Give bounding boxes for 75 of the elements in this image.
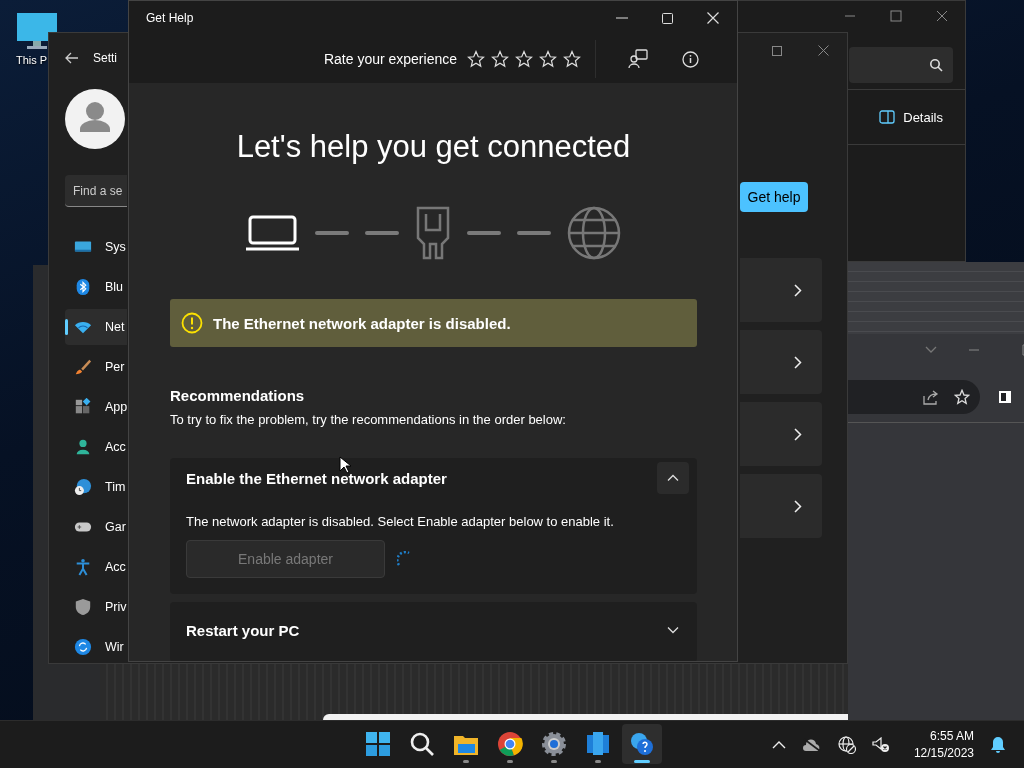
connection-dash bbox=[517, 231, 551, 235]
expand-toggle[interactable] bbox=[657, 462, 689, 494]
warning-message: The Ethernet network adapter is disabled. bbox=[213, 314, 511, 332]
nav-item[interactable]: Blu bbox=[65, 269, 127, 305]
speaker-muted-icon[interactable] bbox=[871, 736, 890, 753]
connection-dash bbox=[315, 231, 349, 235]
personalize-icon bbox=[74, 358, 92, 376]
nav-item[interactable]: Wir bbox=[65, 629, 127, 665]
window-title: Setti bbox=[93, 51, 117, 65]
warning-icon bbox=[181, 312, 203, 334]
recommendation-description: The network adapter is disabled. Select Enable adapter below to enable it. bbox=[186, 514, 615, 529]
clock-time: 6:55 AM bbox=[929, 727, 974, 745]
bluetooth-icon bbox=[74, 278, 92, 296]
share-icon[interactable] bbox=[922, 389, 940, 405]
nav-item[interactable]: Acc bbox=[65, 429, 127, 465]
nav-item[interactable]: Acc bbox=[65, 549, 127, 585]
chevron-right-icon bbox=[794, 283, 802, 297]
desktop-icon-label[interactable]: This P bbox=[16, 54, 48, 66]
chevron-down-icon bbox=[667, 626, 679, 634]
tablet-icon bbox=[585, 731, 611, 757]
taskbar-app[interactable] bbox=[622, 724, 662, 764]
nav-item[interactable]: Priv bbox=[65, 589, 127, 625]
details-pane-icon bbox=[879, 110, 896, 124]
chevron-right-icon bbox=[794, 499, 802, 513]
update-icon bbox=[74, 638, 92, 656]
nav-item[interactable]: Net bbox=[65, 309, 127, 345]
recommendation-title: Restart your PC bbox=[186, 621, 300, 639]
chevron-down-icon[interactable] bbox=[924, 345, 938, 355]
privacy-icon bbox=[74, 598, 92, 616]
monitor-icon[interactable] bbox=[16, 12, 58, 50]
rating-label: Rate your experience bbox=[323, 51, 457, 67]
help-chat-icon bbox=[629, 731, 655, 757]
star-rating[interactable] bbox=[467, 50, 581, 68]
chevron-right-icon bbox=[794, 355, 802, 369]
connection-dash bbox=[365, 231, 399, 235]
feedback-icon[interactable] bbox=[628, 49, 648, 69]
get-help-button[interactable]: Get help bbox=[740, 182, 808, 212]
bell-icon[interactable] bbox=[990, 735, 1006, 754]
cloud-off-icon[interactable] bbox=[801, 737, 822, 752]
side-panel-icon[interactable] bbox=[998, 390, 1012, 404]
accessibility-icon bbox=[74, 558, 92, 576]
details-button[interactable]: Details bbox=[879, 109, 943, 125]
clock[interactable]: 6:55 AM 12/15/2023 bbox=[913, 727, 974, 762]
address-bar[interactable] bbox=[848, 380, 980, 414]
connection-dash bbox=[467, 231, 501, 235]
star-icon[interactable] bbox=[954, 389, 970, 405]
time-icon bbox=[74, 478, 92, 496]
search-field[interactable]: Find a se bbox=[65, 175, 127, 207]
chevron-up-icon[interactable] bbox=[771, 740, 786, 749]
clock-date: 12/15/2023 bbox=[913, 744, 974, 762]
grid-icon bbox=[365, 731, 391, 757]
search-icon bbox=[409, 731, 435, 757]
globe-blocked-icon[interactable] bbox=[837, 735, 856, 754]
nav-item[interactable]: Tim bbox=[65, 469, 127, 505]
search-field[interactable] bbox=[849, 47, 953, 83]
avatar-icon[interactable] bbox=[65, 89, 125, 149]
nav-item[interactable]: Sys bbox=[65, 229, 127, 265]
browser-icon bbox=[497, 731, 523, 757]
chevron-up-icon bbox=[667, 474, 679, 482]
recommendation-title: Enable the Ethernet network adapter bbox=[186, 469, 447, 487]
accounts-icon bbox=[74, 438, 92, 456]
page-heading: Let's help you get connected bbox=[235, 129, 632, 165]
nav-item[interactable]: Gar bbox=[65, 509, 127, 545]
apps-icon bbox=[74, 398, 92, 416]
section-title: Recommendations bbox=[170, 387, 306, 404]
nav-item[interactable]: App bbox=[65, 389, 127, 425]
window-title: Get Help bbox=[146, 11, 194, 25]
section-description: To try to fix the problem, try the recommendations in the order below: bbox=[170, 412, 567, 427]
mouse-cursor-icon bbox=[339, 456, 351, 474]
search-icon bbox=[929, 58, 943, 72]
gear-icon bbox=[541, 731, 567, 757]
back-arrow-icon[interactable] bbox=[65, 52, 79, 64]
info-icon[interactable] bbox=[682, 50, 699, 68]
chevron-right-icon bbox=[794, 427, 802, 441]
nav-item[interactable]: Per bbox=[65, 349, 127, 385]
